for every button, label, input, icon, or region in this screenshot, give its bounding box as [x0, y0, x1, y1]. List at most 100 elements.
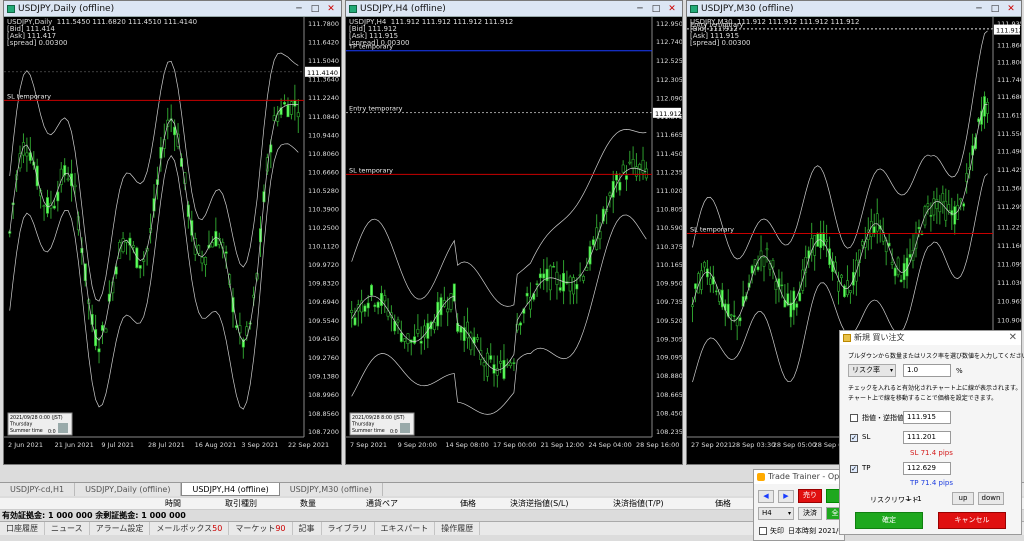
- date-tick-label: 17 Sep 00:00: [493, 441, 536, 449]
- close-icon[interactable]: ✕: [664, 1, 680, 17]
- close-icon[interactable]: ✕: [1009, 331, 1017, 345]
- terminal-tab[interactable]: 記事: [293, 522, 322, 535]
- confirm-button[interactable]: 確定: [855, 512, 923, 529]
- candle-body: [403, 338, 407, 342]
- candle-body: [959, 198, 963, 201]
- terminal-tab[interactable]: メールボックス50: [150, 522, 230, 535]
- candle-body: [538, 273, 542, 279]
- candle-body: [872, 226, 876, 234]
- terminal-tab[interactable]: エキスパート: [375, 522, 436, 535]
- up-button[interactable]: up: [952, 492, 974, 505]
- sl-pips-text: SL 71.4 pips: [910, 449, 953, 457]
- col-volume[interactable]: 数量: [300, 498, 316, 510]
- close-icon[interactable]: ✕: [1003, 1, 1019, 17]
- new-buy-order-dialog[interactable]: 新規 買い注文 ✕ プルダウンから数量またはリスク率を選び数値を入力してください…: [839, 330, 1024, 535]
- chart-window-h4[interactable]: USDJPY,H4 (offline) ─ □ ✕ 112.950 112.740 11…: [345, 0, 683, 465]
- maximize-icon[interactable]: □: [987, 1, 1003, 17]
- timeframe-select[interactable]: H4 ▾: [758, 507, 794, 520]
- jst-time-label: 日本時刻 2021/0: [788, 527, 843, 535]
- sl-checkbox[interactable]: ✓: [850, 434, 858, 442]
- minimize-icon[interactable]: ─: [632, 1, 648, 17]
- candle-body: [558, 287, 562, 291]
- col-price2[interactable]: 価格: [715, 498, 731, 510]
- cancel-button[interactable]: キャンセル: [938, 512, 1006, 529]
- chart-tab[interactable]: USDJPY,Daily (offline): [75, 483, 182, 496]
- price-tick-label: 111.740: [997, 76, 1021, 84]
- terminal-tab[interactable]: ライブラリ: [322, 522, 375, 535]
- maximize-icon[interactable]: □: [307, 1, 323, 17]
- chart-titlebar[interactable]: USDJPY,H4 (offline) ─ □ ✕: [346, 1, 682, 17]
- chart-canvas[interactable]: 112.950112.740112.525112.305112.090111.8…: [346, 17, 682, 464]
- col-time[interactable]: 時間: [165, 498, 181, 510]
- chart-titlebar[interactable]: USDJPY,Daily (offline) ─ □ ✕: [4, 1, 341, 17]
- chart-canvas[interactable]: 111.7800111.6420111.5040111.3640111.2240…: [4, 17, 341, 464]
- step-forward-button[interactable]: ▶: [778, 490, 794, 503]
- arrow-checkbox[interactable]: [759, 527, 767, 535]
- candle-body: [489, 355, 493, 360]
- limit-price-input[interactable]: 111.915: [903, 411, 951, 424]
- chart-tab[interactable]: USDJPY-cd,H1: [0, 483, 76, 496]
- risk-unit: %: [956, 367, 963, 375]
- chart-window-daily[interactable]: USDJPY,Daily (offline) ─ □ ✕ 111.7800 111.6…: [3, 0, 342, 465]
- date-tick-label: 3 Sep 2021: [241, 441, 278, 449]
- tp-checkbox[interactable]: ✓: [850, 465, 858, 473]
- col-price[interactable]: 価格: [460, 498, 476, 510]
- col-sl[interactable]: 決済逆指値(S/L): [510, 498, 568, 510]
- candle-body: [379, 292, 383, 306]
- sl-price-input[interactable]: 111.201: [903, 431, 951, 444]
- maximize-icon[interactable]: □: [648, 1, 664, 17]
- candle-body: [638, 164, 642, 169]
- candle-body: [861, 241, 864, 246]
- price-tick-label: 109.4160: [308, 335, 339, 343]
- bar-info-button[interactable]: [400, 423, 410, 433]
- limit-checkbox[interactable]: [850, 414, 858, 422]
- minimize-icon[interactable]: ─: [971, 1, 987, 17]
- dialog-titlebar[interactable]: 新規 買い注文 ✕: [840, 331, 1021, 345]
- terminal-tab-label: 口座履歴: [6, 524, 38, 533]
- chart-titlebar[interactable]: USDJPY,M30 (offline) ─ □ ✕: [687, 1, 1021, 17]
- candle-body: [416, 329, 420, 334]
- settle-button[interactable]: 決済: [798, 507, 822, 520]
- trade-trainer-panel[interactable]: Trade Trainer - Operation ◀ ▶ 売り H4 ▾ 決済…: [753, 469, 845, 541]
- col-tp[interactable]: 決済指値(T/P): [613, 498, 664, 510]
- chart-title: USDJPY,H4 (offline): [360, 4, 446, 14]
- terminal-tab-label: アラーム設定: [95, 524, 144, 533]
- price-tick-label: 111.295: [997, 203, 1021, 211]
- col-symbol[interactable]: 通貨ペア: [366, 498, 398, 510]
- current-price-label: 111.4140: [307, 69, 338, 77]
- col-type[interactable]: 取引種別: [225, 498, 257, 510]
- down-button[interactable]: down: [978, 492, 1004, 505]
- chart-pane[interactable]: 112.950112.740112.525112.305112.090111.8…: [346, 17, 682, 464]
- terminal-tab[interactable]: ニュース: [45, 522, 90, 535]
- candle-body: [953, 206, 957, 225]
- dialog-instruction: プルダウンから数量またはリスク率を選び数値を入力してください。: [848, 353, 1024, 360]
- candle-body: [709, 278, 712, 285]
- candle-body: [35, 165, 39, 187]
- step-back-button[interactable]: ◀: [758, 490, 774, 503]
- bollinger-band: [9, 143, 299, 410]
- sell-button[interactable]: 売り: [798, 489, 822, 503]
- candle-body: [774, 281, 778, 291]
- date-tick-label: 24 Sep 04:00: [588, 441, 631, 449]
- minimize-icon[interactable]: ─: [291, 1, 307, 17]
- candle-body: [476, 337, 479, 340]
- tp-price-input[interactable]: 112.629: [903, 462, 951, 475]
- candle-body: [738, 317, 742, 322]
- trade-trainer-titlebar[interactable]: Trade Trainer - Operation: [754, 470, 844, 484]
- terminal-tab[interactable]: 操作履歴: [435, 522, 481, 535]
- bar-info-line: Summer time: [352, 428, 385, 434]
- price-tick-label: 111.095: [997, 261, 1021, 269]
- bar-info-button[interactable]: [58, 423, 68, 433]
- risk-value-input[interactable]: 1.0: [903, 364, 951, 377]
- close-icon[interactable]: ✕: [323, 1, 339, 17]
- chart-pane[interactable]: 111.7800 111.6420 111.5040 111.3640 111.2240…: [4, 17, 341, 464]
- terminal-tab[interactable]: 口座履歴: [0, 522, 45, 535]
- candle-body: [825, 239, 828, 242]
- price-tick-label: 110.590: [656, 224, 682, 232]
- terminal-tab[interactable]: アラーム設定: [90, 522, 151, 535]
- chart-tab[interactable]: USDJPY,H4 (offline): [181, 483, 280, 496]
- chart-tab[interactable]: USDJPY,M30 (offline): [280, 483, 383, 496]
- date-tick-label: 21 Sep 12:00: [541, 441, 584, 449]
- terminal-tab[interactable]: マーケット90: [229, 522, 293, 535]
- mode-select[interactable]: リスク率 ▾: [848, 364, 896, 377]
